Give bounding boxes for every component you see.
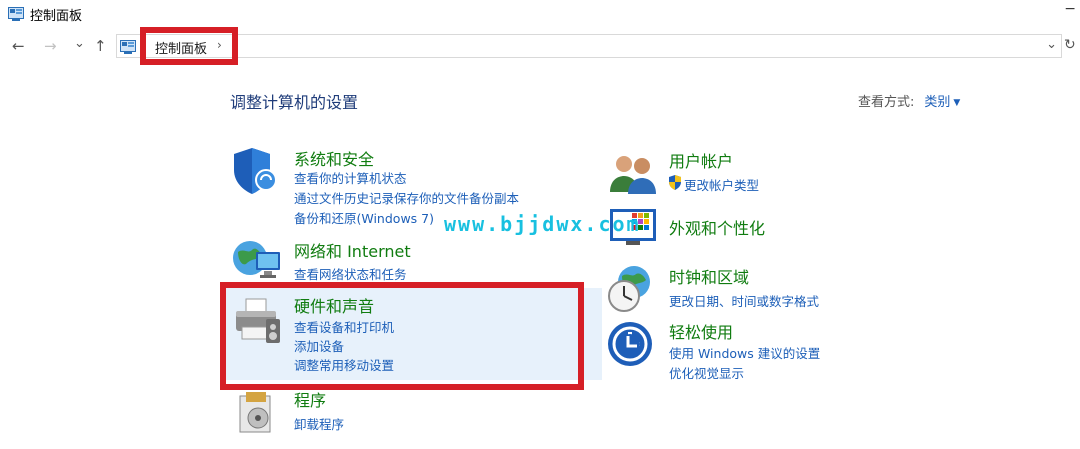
watermark-text: www.bjjdwx.com: [444, 212, 641, 236]
breadcrumb-control-panel[interactable]: 控制面板: [155, 38, 207, 57]
address-dropdown-button[interactable]: ⌄: [1046, 37, 1057, 52]
link-uninstall-program[interactable]: 卸载程序: [294, 414, 344, 433]
uac-shield-icon: [668, 175, 682, 194]
view-by-label: 查看方式:: [858, 95, 915, 110]
back-button[interactable]: ←: [12, 36, 25, 56]
view-by: 查看方式: 类别 ▼: [858, 91, 960, 110]
link-optimize-visual-display[interactable]: 优化视觉显示: [669, 363, 744, 382]
recent-locations-button[interactable]: ⌄: [74, 34, 85, 54]
link-mobility-settings[interactable]: 调整常用移动设置: [294, 355, 394, 374]
breadcrumb-chevron-icon[interactable]: ›: [217, 38, 222, 52]
view-by-dropdown[interactable]: 类别: [924, 95, 950, 110]
address-bar[interactable]: 控制面板 › ⌄: [116, 34, 1062, 58]
category-title[interactable]: 网络和 Internet: [294, 238, 411, 262]
link-backup-restore[interactable]: 备份和还原(Windows 7): [294, 208, 434, 227]
link-file-history-backup[interactable]: 通过文件历史记录保存你的文件备份副本: [294, 188, 519, 207]
link-add-device[interactable]: 添加设备: [294, 336, 344, 355]
refresh-button[interactable]: ↻: [1064, 37, 1076, 53]
link-change-date-time-format[interactable]: 更改日期、时间或数字格式: [669, 291, 819, 310]
up-button[interactable]: ↑: [94, 36, 107, 56]
link-windows-recommended-settings[interactable]: 使用 Windows 建议的设置: [669, 343, 820, 362]
users-icon: [608, 152, 658, 200]
navigation-bar: ← → ⌄ ↑ 控制面板 › ⌄ ↻: [0, 34, 1080, 60]
page-heading: 调整计算机的设置: [230, 93, 359, 112]
printer-icon: [232, 297, 284, 351]
category-title[interactable]: 用户帐户: [669, 148, 733, 172]
link-network-status[interactable]: 查看网络状态和任务: [294, 264, 407, 283]
category-title[interactable]: 时钟和区域: [669, 264, 749, 288]
network-globe-icon: [232, 238, 282, 290]
ease-of-access-icon: [606, 319, 656, 373]
link-devices-printers[interactable]: 查看设备和打印机: [294, 317, 394, 336]
forward-button[interactable]: →: [44, 36, 57, 56]
view-by-caret-icon[interactable]: ▼: [953, 98, 960, 108]
programs-icon: [238, 392, 278, 440]
category-title[interactable]: 系统和安全: [294, 146, 374, 170]
title-bar: 控制面板 −: [0, 0, 1080, 28]
minimize-button[interactable]: −: [1064, 1, 1076, 17]
link-view-computer-status[interactable]: 查看你的计算机状态: [294, 168, 407, 187]
control-panel-icon: [120, 39, 136, 58]
category-title[interactable]: 程序: [294, 387, 326, 411]
window-title: 控制面板: [30, 9, 83, 24]
shield-icon: [232, 146, 280, 200]
category-title[interactable]: 轻松使用: [669, 319, 733, 343]
link-change-account-type[interactable]: 更改帐户类型: [684, 175, 759, 194]
control-panel-icon: [8, 6, 24, 25]
category-title[interactable]: 硬件和声音: [294, 293, 374, 317]
clock-globe-icon: [606, 264, 656, 318]
category-title[interactable]: 外观和个性化: [669, 215, 765, 239]
